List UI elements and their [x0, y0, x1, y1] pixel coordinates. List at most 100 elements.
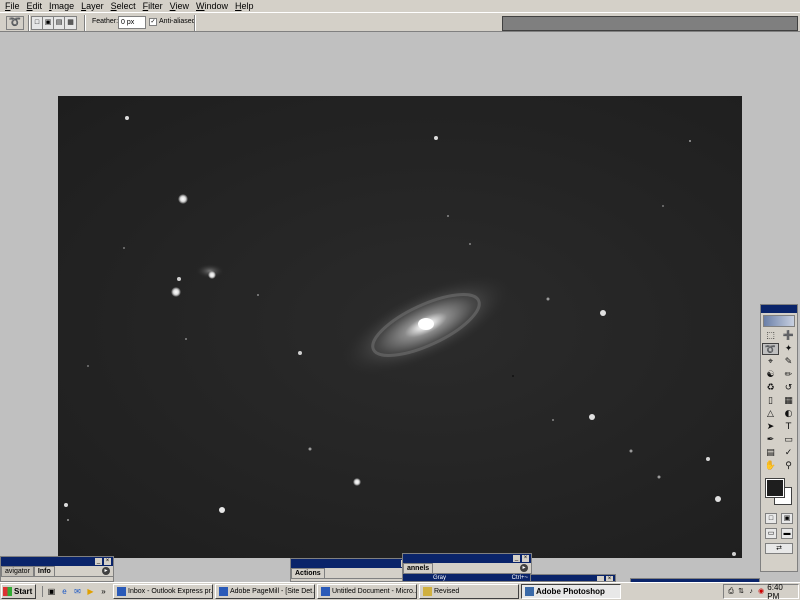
panel-title-bar[interactable]: _ × — [403, 554, 531, 563]
task-label: Revised — [434, 588, 460, 595]
shape-icon[interactable]: ▭ — [780, 434, 797, 446]
feather-label: Feather: — [92, 18, 119, 25]
volume-icon[interactable]: ♪ — [747, 587, 755, 596]
toolbox: ⬚ ➕ ➰ ✦ ⌖ ✎ ☯ ✏ ♻ ↺ ▯ ▦ △ ◐ ➤ T ✒ ▭ ▤ ✓ … — [760, 304, 798, 572]
clock[interactable]: 6:40 PM — [767, 583, 794, 600]
desktop-icon[interactable]: ▣ — [46, 586, 57, 597]
history-brush-icon[interactable]: ↺ — [780, 382, 797, 394]
task-pagemill[interactable]: Adobe PageMill - [Site Det... — [215, 584, 315, 599]
close-icon[interactable]: × — [522, 555, 529, 562]
lasso-icon[interactable]: ➰ — [6, 16, 24, 30]
subtract-selection-icon[interactable]: ▤ — [54, 17, 65, 29]
clone-stamp-icon[interactable]: ♻ — [762, 382, 779, 394]
dodge-icon[interactable]: ◐ — [780, 408, 797, 420]
antialias-label: Anti-aliased — [159, 18, 196, 25]
quick-launch: ▣ e ✉ ▶ » — [42, 586, 109, 597]
antialias-checkbox[interactable]: ✓ — [149, 18, 157, 26]
toolbox-title-bar[interactable] — [761, 305, 797, 313]
task-word[interactable]: Untitled Document - Micro... — [317, 584, 417, 599]
antivirus-icon[interactable]: ◉ — [757, 587, 765, 596]
screen-mode-standard-icon[interactable]: ▭ — [765, 528, 777, 539]
separator — [194, 15, 196, 31]
menu-select[interactable]: Select — [108, 0, 140, 12]
standard-mode-icon[interactable]: □ — [765, 513, 777, 524]
slice-icon[interactable]: ✎ — [780, 356, 797, 368]
task-outlook[interactable]: Inbox - Outlook Express pr... — [113, 584, 213, 599]
taskbar: Start ▣ e ✉ ▶ » Inbox - Outlook Express … — [0, 582, 800, 600]
more-icon[interactable]: » — [98, 586, 109, 597]
eraser-icon[interactable]: ▯ — [762, 395, 779, 407]
path-selection-icon[interactable]: ➤ — [762, 421, 779, 433]
menu-bar: File Edit Image Layer Select Filter View… — [0, 0, 800, 12]
gradient-icon[interactable]: ▦ — [780, 395, 797, 407]
tab-actions[interactable]: Actions — [291, 568, 325, 578]
panel-title-bar[interactable]: _ × — [1, 557, 113, 566]
tab-navigator[interactable]: avigator — [1, 566, 34, 576]
menu-window[interactable]: Window — [193, 0, 232, 12]
actions-panel: _ × Actions ▸ — [290, 558, 420, 582]
healing-brush-icon[interactable]: ☯ — [762, 369, 779, 381]
menu-edit[interactable]: Edit — [24, 0, 47, 12]
palette-well[interactable] — [502, 16, 798, 31]
photoshop-icon — [525, 587, 534, 596]
options-bar: ➰ □ ▣ ▤ ▦ Feather: ✓ Anti-aliased — [0, 12, 800, 32]
panel-menu-arrow-icon[interactable]: ▸ — [520, 564, 528, 572]
new-selection-icon[interactable]: □ — [32, 17, 43, 29]
jump-to-imageready-icon[interactable]: ⇄ — [765, 543, 793, 554]
menu-view[interactable]: View — [167, 0, 193, 12]
image-canvas[interactable] — [58, 96, 742, 558]
blur-icon[interactable]: △ — [762, 408, 779, 420]
pen-icon[interactable]: ✒ — [762, 434, 779, 446]
screen-mode-full-icon[interactable]: ▬ — [781, 528, 793, 539]
task-revised[interactable]: Revised — [419, 584, 519, 599]
brush-icon[interactable]: ✏ — [780, 369, 797, 381]
intersect-selection-icon[interactable]: ▦ — [65, 17, 76, 29]
notes-icon[interactable]: ▤ — [762, 447, 779, 459]
start-button[interactable]: Start — [1, 584, 36, 599]
panel-menu-arrow-icon[interactable]: ▸ — [102, 567, 110, 575]
panel-title-bar[interactable]: _ × — [291, 559, 419, 568]
outlook-icon[interactable]: ✉ — [72, 586, 83, 597]
lasso-tool-icon[interactable]: ➰ — [762, 343, 779, 355]
minimize-icon[interactable]: _ — [513, 555, 520, 562]
separator — [84, 15, 86, 31]
magic-wand-icon[interactable]: ✦ — [780, 343, 797, 355]
tab-channels[interactable]: annels — [403, 563, 434, 573]
pagemill-icon — [219, 587, 228, 596]
quickmask-mode-icon[interactable]: ▣ — [781, 513, 793, 524]
menu-filter[interactable]: Filter — [140, 0, 167, 12]
type-icon[interactable]: T — [780, 421, 797, 433]
feather-input[interactable] — [118, 16, 146, 29]
task-photoshop[interactable]: Adobe Photoshop — [521, 584, 621, 599]
add-selection-icon[interactable]: ▣ — [43, 17, 54, 29]
layers-panel-collapsed[interactable]: _ × — [530, 574, 616, 582]
tab-info[interactable]: Info — [33, 566, 55, 576]
menu-layer[interactable]: Layer — [78, 0, 108, 12]
marquee-icon[interactable]: ⬚ — [762, 330, 779, 342]
start-label: Start — [14, 587, 33, 596]
network-icon[interactable]: ⇅ — [737, 587, 745, 596]
tools-grid: ⬚ ➕ ➰ ✦ ⌖ ✎ ☯ ✏ ♻ ↺ ▯ ▦ △ ◐ ➤ T ✒ ▭ ▤ ✓ … — [761, 329, 797, 473]
galaxy-image — [64, 116, 736, 556]
menu-help[interactable]: Help — [232, 0, 258, 12]
channel-row-gray[interactable]: Gray Ctrl+~ — [403, 574, 531, 581]
toolbox-banner[interactable] — [763, 315, 795, 327]
foreground-color[interactable] — [765, 478, 785, 498]
printer-icon[interactable]: ⎙ — [727, 587, 735, 596]
media-player-icon[interactable]: ▶ — [85, 586, 96, 597]
menu-image[interactable]: Image — [46, 0, 78, 12]
panel-title-bar[interactable]: _ × — [531, 575, 615, 581]
hand-icon[interactable]: ✋ — [762, 460, 779, 472]
close-icon[interactable]: × — [104, 558, 111, 565]
move-icon[interactable]: ➕ — [780, 330, 797, 342]
outlook-icon — [117, 587, 126, 596]
menu-file[interactable]: File — [2, 0, 24, 12]
word-icon — [321, 587, 330, 596]
minimize-icon[interactable]: _ — [95, 558, 102, 565]
eyedropper-icon[interactable]: ✓ — [780, 447, 797, 459]
crop-icon[interactable]: ⌖ — [762, 356, 779, 368]
channel-name: Gray — [433, 575, 447, 581]
ie-icon[interactable]: e — [59, 586, 70, 597]
navigator-info-panel: _ × avigator Info ▸ — [0, 556, 114, 582]
zoom-icon[interactable]: ⚲ — [780, 460, 797, 472]
